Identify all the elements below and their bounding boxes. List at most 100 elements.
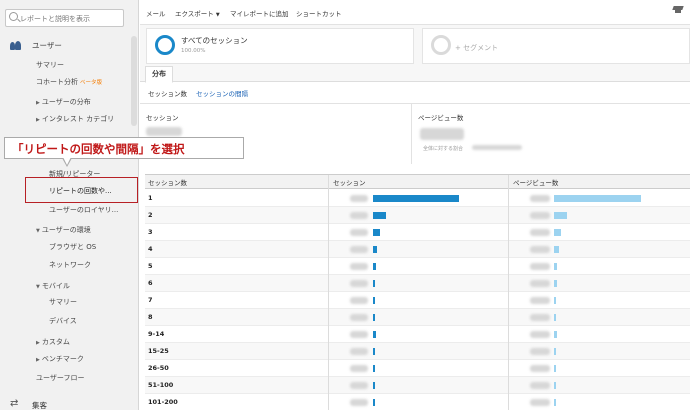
table-row[interactable]: 4 [145,241,690,258]
table-header-session-count[interactable]: セッション数 [148,177,187,187]
sessions-value-blurred [350,229,368,236]
chevron-down-icon: ▼ [215,12,220,18]
pageviews-value-blurred [530,382,550,389]
sessions-value-blurred [350,297,368,304]
column-divider [508,175,509,410]
sidebar-item[interactable]: ▼ モバイル [36,281,70,291]
graduation-cap-icon[interactable] [672,6,684,14]
row-label: 6 [148,279,153,287]
sidebar-item[interactable]: ネットワーク [49,260,91,270]
column-divider [328,175,329,410]
email-button[interactable]: メール [146,8,166,18]
sidebar-item[interactable]: ▶ ベンチマーク [36,354,84,364]
sessions-bar [373,280,375,287]
sessions-bar [373,314,375,321]
pageviews-value-blurred [530,280,550,287]
pageviews-value-blurred [530,212,550,219]
sidebar-item[interactable]: ▶ カスタム [36,337,70,347]
pageviews-bar [554,382,556,389]
subtab-session-count[interactable]: セッション数 [148,88,187,98]
pageviews-value-blurred [530,314,550,321]
table-row[interactable]: 15-25 [145,343,690,360]
sessions-value-blurred [350,212,368,219]
pageviews-bar [554,280,557,287]
table-row[interactable]: 7 [145,292,690,309]
analytics-window: ユーザー サマリーコホート分析ベータ版▶ユーザーの分布▶インタレスト カテゴリ新… [0,0,690,410]
table-header-pageviews[interactable]: ページビュー数 [513,177,558,187]
sidebar-section-users[interactable]: ユーザー [10,38,62,52]
sessions-bar [373,365,375,372]
table-row[interactable]: 9-14 [145,326,690,343]
row-label: 26-50 [148,364,169,372]
table-row[interactable]: 2 [145,207,690,224]
sessions-value-blurred [350,331,368,338]
sessions-bar [373,331,376,338]
collapsed-caret-icon: ▶ [36,340,40,346]
table-row[interactable]: 101-200 [145,394,690,410]
table-row[interactable]: 51-100 [145,377,690,394]
add-to-dashboard-button[interactable]: マイレポートに追加 [230,8,289,18]
pageviews-value-blurred [530,348,550,355]
table-row[interactable]: 26-50 [145,360,690,377]
row-label: 7 [148,296,153,304]
table-header-sessions[interactable]: セッション [333,177,366,187]
table-row[interactable]: 8 [145,309,690,326]
sidebar-item[interactable]: ▼ ユーザーの環境 [36,225,91,235]
sidebar-item[interactable]: ユーザーのロイヤリ... [49,205,118,215]
sessions-value-blurred [350,382,368,389]
sessions-value-blurred [350,195,368,202]
pageviews-value-blurred [530,195,550,202]
shortcut-button[interactable]: ショートカット [296,8,342,18]
summary-pageviews-sub-blurred [472,145,522,150]
segment-ring-icon [155,35,175,55]
row-label: 5 [148,262,153,270]
sidebar-item[interactable]: ▶ ユーザーの分布 [36,97,91,107]
report-search-input[interactable] [20,12,120,25]
summary-pageviews-value-blurred [420,128,464,140]
row-label: 2 [148,211,153,219]
summary-sessions-value-blurred [146,127,182,136]
sidebar-item[interactable]: コホート分析 ベータ版 [36,77,102,87]
segment-percent: 100.00% [181,48,206,54]
sessions-value-blurred [350,348,368,355]
sidebar-item-label: デバイス [49,317,77,325]
table-row[interactable]: 6 [145,275,690,292]
pageviews-value-blurred [530,229,550,236]
expanded-caret-icon: ▼ [36,284,40,290]
table-row[interactable]: 1 [145,190,690,207]
table-row[interactable]: 5 [145,258,690,275]
sidebar-item[interactable]: サマリー [49,297,77,307]
subtab-session-interval[interactable]: セッションの間隔 [196,88,248,98]
users-icon [10,40,21,50]
sidebar-item-label: ユーザーフロー [36,374,85,382]
sidebar-item-label: ユーザーの分布 [41,98,91,106]
expanded-caret-icon: ▼ [36,228,40,234]
sessions-value-blurred [350,246,368,253]
search-icon [9,12,18,21]
sessions-value-blurred [350,399,368,406]
pageviews-value-blurred [530,399,550,406]
sessions-bar [373,229,380,236]
pageviews-value-blurred [530,297,550,304]
sidebar-item-label: ユーザーのロイヤリ... [49,206,119,214]
sidebar-item-label: コホート分析 [36,78,78,86]
segment-all-sessions[interactable]: すべてのセッション 100.00% [146,28,414,64]
sidebar-item[interactable]: デバイス [49,316,77,326]
table-row[interactable]: 3 [145,224,690,241]
distribution-table: セッション数 セッション ページビュー数 1 2 3 4 5 6 7 8 9-14 15-25 26… [145,174,690,410]
sidebar-item[interactable]: ユーザーフロー [36,373,84,383]
export-button[interactable]: エクスポート ▼ [175,8,220,18]
sidebar-item[interactable]: ▶ インタレスト カテゴリ [36,114,114,124]
sidebar-item[interactable]: サマリー [36,60,64,70]
add-segment-card[interactable]: + セグメント [422,28,690,64]
report-search-box[interactable] [5,9,124,27]
pageviews-bar [554,399,556,406]
sidebar-scrollbar[interactable] [131,36,137,126]
beta-badge: ベータ版 [80,80,103,86]
tab-distribution[interactable]: 分布 [145,66,173,83]
sidebar-section-acquisition[interactable]: 集客 [10,398,47,410]
sidebar-item-label: ユーザーの環境 [41,226,91,234]
sidebar-item-label: サマリー [36,61,64,69]
sidebar-item[interactable]: ブラウザと OS [49,242,96,252]
summary-pageviews: ページビュー数 全体に対する割合 [412,104,690,164]
